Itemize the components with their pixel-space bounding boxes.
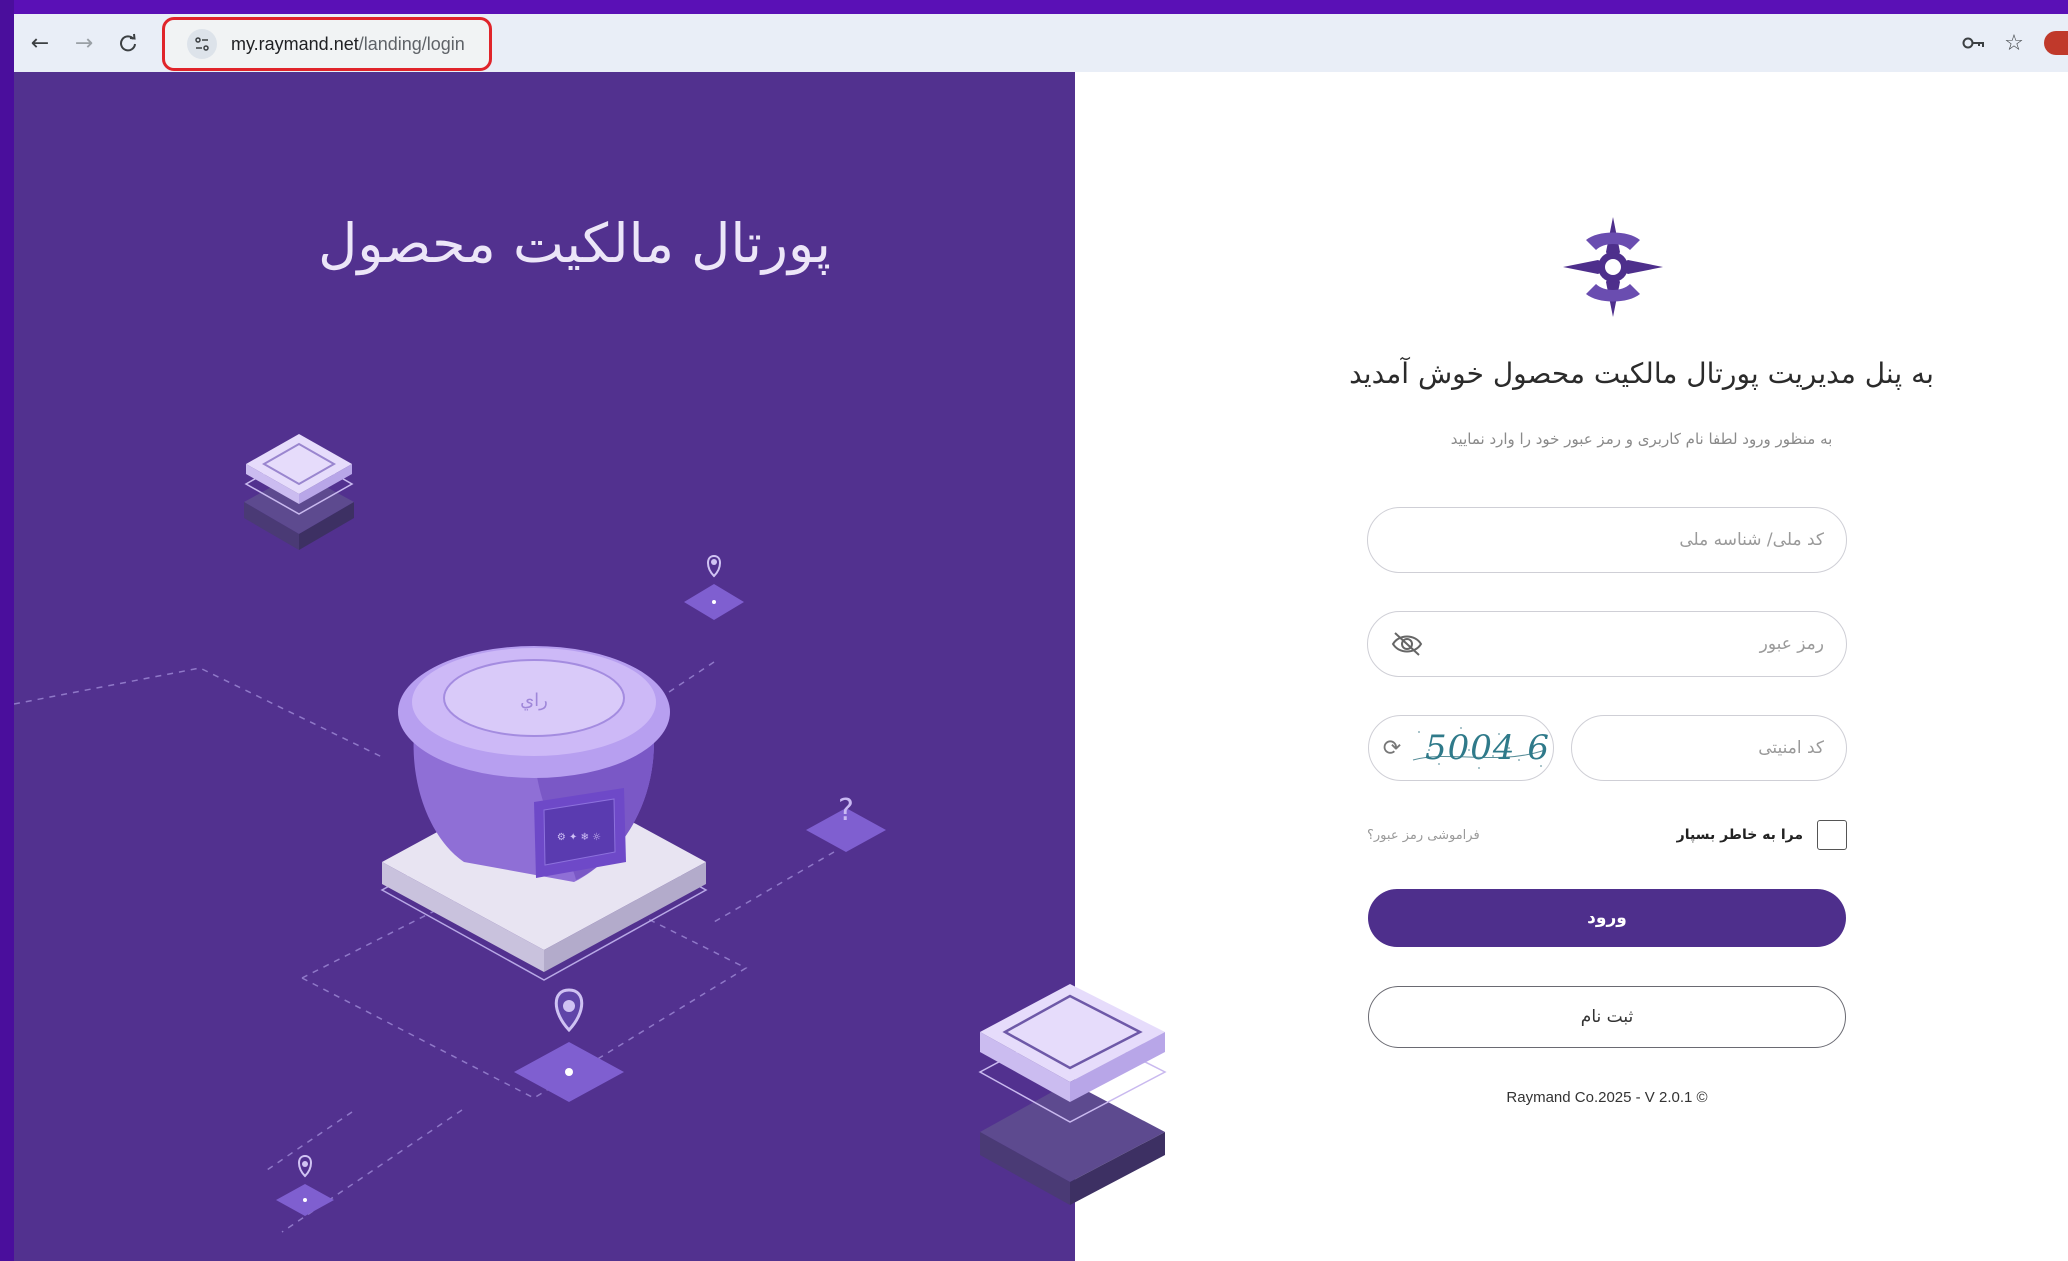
svg-text:ﺭﺍﻱ: ﺭﺍﻱ [520, 690, 548, 711]
url-text: my.raymand.net/landing/login [231, 34, 465, 55]
location-pin-top [684, 554, 744, 620]
remember-me-checkbox[interactable] [1817, 820, 1847, 850]
raymand-logo-icon [1563, 217, 1663, 317]
reload-icon[interactable] [110, 25, 146, 61]
question-tile: ? [806, 793, 886, 852]
remember-me-label[interactable]: مرا به خاطر بسپار [1677, 827, 1803, 843]
refresh-captcha-icon[interactable]: ⟳ [1375, 731, 1409, 765]
forward-icon[interactable]: → [66, 25, 102, 61]
url-path: /landing/login [358, 33, 465, 54]
copyright-text: Raymand Co.2025 - V 2.0.1 © [1506, 1089, 1708, 1106]
login-button[interactable]: ورود [1368, 889, 1846, 947]
key-icon[interactable] [1954, 23, 1994, 63]
illustration-panel: ﺭﺍﻱ ⚙ ✦ ❄ ☼ ? پورتال مالکیت محصول [14, 72, 1075, 1261]
floating-tile-large [978, 984, 1167, 1205]
login-subheading: به منظور ورود لطفا نام کاربری و رمز عبور… [1450, 430, 1833, 448]
browser-toolbar: ← → my.raymand.net/landing/login ☆ [14, 14, 2068, 72]
toolbar-right-actions: ☆ [1954, 14, 2068, 72]
outer-frame-left [0, 0, 14, 1261]
captcha-field[interactable] [1571, 715, 1847, 781]
url-host: my.raymand.net [231, 33, 359, 54]
captcha-image: 5004 6 [1409, 720, 1553, 776]
captcha-input[interactable] [1594, 738, 1824, 758]
location-pin-bottom [276, 1154, 334, 1216]
site-info-icon[interactable] [187, 29, 217, 59]
outer-frame-top [0, 0, 2068, 14]
forgot-password-link[interactable]: فراموشی رمز عبور؟ [1367, 828, 1480, 843]
national-id-input[interactable] [1390, 530, 1824, 550]
login-panel: به پنل مدیریت پورتال مالکیت محصول خوش آم… [1075, 72, 2068, 1261]
star-icon[interactable]: ☆ [1994, 23, 2034, 63]
captcha-image-box: ⟳ 5004 6 [1368, 715, 1554, 781]
address-bar[interactable]: my.raymand.net/landing/login [162, 17, 492, 71]
portal-title: پورتال مالکیت محصول [318, 212, 831, 275]
welcome-heading: به پنل مدیریت پورتال مالکیت محصول خوش آم… [1349, 357, 1934, 390]
captcha-code: 5004 6 [1425, 728, 1550, 768]
svg-text:⚙ ✦ ❄ ☼: ⚙ ✦ ❄ ☼ [557, 832, 601, 843]
register-button[interactable]: ثبت نام [1368, 986, 1846, 1048]
password-input[interactable] [1424, 634, 1824, 654]
national-id-field[interactable] [1367, 507, 1847, 573]
location-pin-center [514, 988, 624, 1102]
back-icon[interactable]: ← [22, 25, 58, 61]
profile-avatar[interactable] [2044, 31, 2068, 55]
eye-off-icon[interactable] [1390, 627, 1424, 661]
question-mark: ? [838, 793, 854, 828]
floating-tile-small [244, 434, 354, 550]
password-field[interactable] [1367, 611, 1847, 677]
